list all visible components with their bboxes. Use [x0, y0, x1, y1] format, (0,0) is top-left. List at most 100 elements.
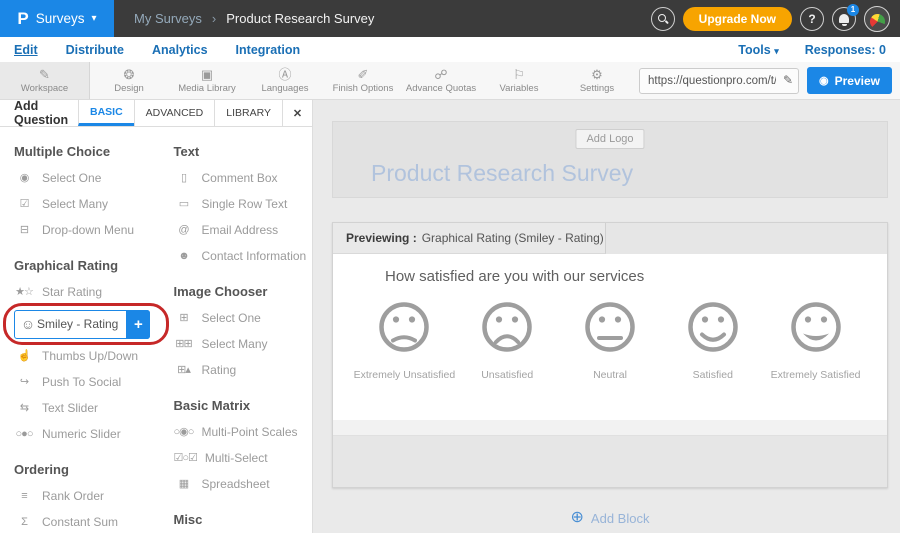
avatar-gauge-icon — [870, 14, 885, 29]
sidebar-item-comment-box[interactable]: ▯Comment Box — [173, 165, 312, 191]
notification-badge: 1 — [847, 4, 859, 16]
smiley-face-icon — [582, 299, 638, 355]
smiley-rating-scale: Extremely Unsatisfied Unsatisfied NeutralS… — [333, 285, 887, 381]
questionpro-logo: P — [17, 9, 28, 29]
smiley-option-neutral[interactable]: Neutral — [559, 299, 662, 381]
sidebar-item-single-row-text[interactable]: ▭Single Row Text — [173, 191, 312, 217]
smiley-option-extremely-satisfied[interactable]: Extremely Satisfied — [764, 299, 867, 381]
responses-count[interactable]: Responses: 0 — [805, 43, 886, 57]
smiley-icon: ☺ — [15, 317, 35, 331]
toolbar-item-label: Variables — [500, 83, 539, 94]
sidebar-item-rating[interactable]: ⊞▴Rating — [173, 357, 312, 383]
sidebar-item-label: Select One — [42, 171, 101, 185]
breadcrumb-my-surveys[interactable]: My Surveys — [134, 11, 202, 26]
sidebar-item-label: Multi-Point Scales — [201, 425, 297, 439]
rank-order-icon: ≡ — [14, 491, 34, 502]
product-name: Surveys — [36, 11, 85, 26]
user-avatar[interactable] — [864, 6, 890, 32]
tab-library[interactable]: LIBRARY — [214, 100, 282, 126]
toolbar-item-workspace[interactable]: ✎Workspace — [0, 62, 90, 99]
survey-url-wrap: ✎ — [639, 68, 799, 94]
toolbar-item-design[interactable]: ❂Design — [90, 62, 168, 99]
nav-edit[interactable]: Edit — [14, 43, 38, 57]
edit-url-pencil-icon[interactable]: ✎ — [783, 73, 793, 87]
section-title: Graphical Rating — [14, 258, 159, 273]
close-panel-button[interactable]: ✕ — [282, 100, 312, 126]
toolbar-item-settings[interactable]: ⚙Settings — [558, 62, 636, 99]
sidebar-item-label: Single Row Text — [201, 197, 287, 211]
nav-analytics[interactable]: Analytics — [152, 43, 208, 57]
tools-menu[interactable]: Tools ▾ — [738, 43, 778, 57]
add-question-title: Add Question — [0, 100, 78, 126]
sidebar-item-constant-sum[interactable]: ΣConstant Sum — [14, 509, 159, 533]
upgrade-now-button[interactable]: Upgrade Now — [683, 7, 792, 31]
toolbar-item-media-library[interactable]: ▣Media Library — [168, 62, 246, 99]
sidebar-item-label: Multi-Select — [205, 451, 268, 465]
sidebar-item-text-slider[interactable]: ⇆Text Slider — [14, 395, 159, 421]
smiley-option-satisfied[interactable]: Satisfied — [661, 299, 764, 381]
sidebar-item-drop-down-menu[interactable]: ⊟ Drop-down Menu — [14, 217, 159, 243]
question-type-column-1: Multiple Choice◉Select One☑Select Many⊟D… — [0, 129, 159, 533]
sidebar-item-select-one[interactable]: ⊞Select One — [173, 305, 312, 331]
toolbar-item-label: Media Library — [178, 83, 236, 94]
add-block-button[interactable]: ⊕ Add Block — [313, 504, 900, 532]
nav-integration[interactable]: Integration — [236, 43, 301, 57]
smiley-option-unsatisfied[interactable]: Unsatisfied — [456, 299, 559, 381]
sidebar-item-label: Constant Sum — [42, 515, 118, 529]
tab-basic[interactable]: BASIC — [78, 100, 134, 126]
sidebar-item-spreadsheet[interactable]: ▦Spreadsheet — [173, 471, 312, 497]
sidebar-item-label: Drop-down Menu — [42, 223, 134, 237]
sidebar-item-label: Rank Order — [42, 489, 104, 503]
sidebar-item-smiley-rating[interactable]: ☺Smiley - Rating+ — [14, 310, 150, 339]
question-text[interactable]: How satisfied are you with our services — [333, 254, 887, 285]
sidebar-item-label: Star Rating — [42, 285, 102, 299]
help-button[interactable]: ? — [800, 7, 824, 31]
design-icon: ❂ — [124, 68, 135, 81]
selected-question-type-wrap: ☺Smiley - Rating+ — [14, 307, 159, 341]
sidebar-item-select-many[interactable]: ☑Select Many — [14, 191, 159, 217]
section-image-chooser: Image Chooser⊞Select One⊞⊞Select Many⊞▴R… — [173, 284, 312, 383]
sidebar-item-rank-order[interactable]: ≡ Rank Order — [14, 483, 159, 509]
toolbar-item-finish-options[interactable]: ✐Finish Options — [324, 62, 402, 99]
section-misc: Misc — [173, 512, 312, 527]
sidebar-item-email-address[interactable]: @Email Address — [173, 217, 312, 243]
toolbar-item-advance-quotas[interactable]: ☍Advance Quotas — [402, 62, 480, 99]
survey-url-input[interactable] — [639, 68, 799, 94]
toolbar-item-variables[interactable]: ⚐Variables — [480, 62, 558, 99]
thumbs-icon: ☝ — [14, 351, 34, 362]
tab-advanced[interactable]: ADVANCED — [134, 100, 215, 126]
surveys-product-menu[interactable]: P Surveys ▾ — [0, 0, 114, 37]
search-button[interactable] — [651, 7, 675, 31]
sidebar-item-multi-point-scales[interactable]: ○◉○Multi-Point Scales — [173, 419, 312, 445]
sidebar-item-numeric-slider[interactable]: ○●○Numeric Slider — [14, 421, 159, 447]
notifications-button[interactable]: 1 — [832, 7, 856, 31]
smiley-option-extremely-unsatisfied[interactable]: Extremely Unsatisfied — [353, 299, 456, 381]
workspace-icon: ✎ — [39, 68, 50, 81]
sidebar-item-multi-select[interactable]: ☑○☑Multi-Select — [173, 445, 312, 471]
sidebar-item-push-to-social[interactable]: ↪Push To Social — [14, 369, 159, 395]
sidebar-item-select-one[interactable]: ◉Select One — [14, 165, 159, 191]
dropdown-icon: ⊟ — [14, 225, 34, 236]
add-logo-button[interactable]: Add Logo — [575, 129, 644, 149]
survey-title[interactable]: Product Research Survey — [371, 160, 633, 187]
sidebar-item-contact-information[interactable]: ☻Contact Information — [173, 243, 312, 269]
toolbar-item-label: Settings — [580, 83, 614, 94]
email-icon: @ — [173, 225, 193, 236]
nav-distribute[interactable]: Distribute — [66, 43, 124, 57]
sidebar-item-star-rating[interactable]: ★☆Star Rating — [14, 279, 159, 305]
smiley-label: Unsatisfied — [481, 369, 533, 381]
toolbar-item-label: Advance Quotas — [406, 83, 476, 94]
smiley-face-icon — [685, 299, 741, 355]
survey-header-card: Add Logo Product Research Survey — [332, 121, 888, 198]
preview-button[interactable]: ◉ Preview — [807, 67, 892, 94]
sidebar-item-thumbs-up-down[interactable]: ☝Thumbs Up/Down — [14, 343, 159, 369]
close-icon: ✕ — [293, 107, 302, 120]
sidebar-item-label: Comment Box — [201, 171, 277, 185]
previewing-tab: Previewing : Graphical Rating (Smiley - … — [333, 223, 606, 254]
question-type-columns: Multiple Choice◉Select One☑Select Many⊟D… — [0, 127, 312, 533]
add-smiley-rating-button[interactable]: + — [126, 310, 150, 339]
text-slider-icon: ⇆ — [14, 403, 34, 414]
toolbar-item-languages[interactable]: ⒶLanguages — [246, 62, 324, 99]
sidebar-item-label: Numeric Slider — [42, 427, 121, 441]
sidebar-item-select-many[interactable]: ⊞⊞Select Many — [173, 331, 312, 357]
